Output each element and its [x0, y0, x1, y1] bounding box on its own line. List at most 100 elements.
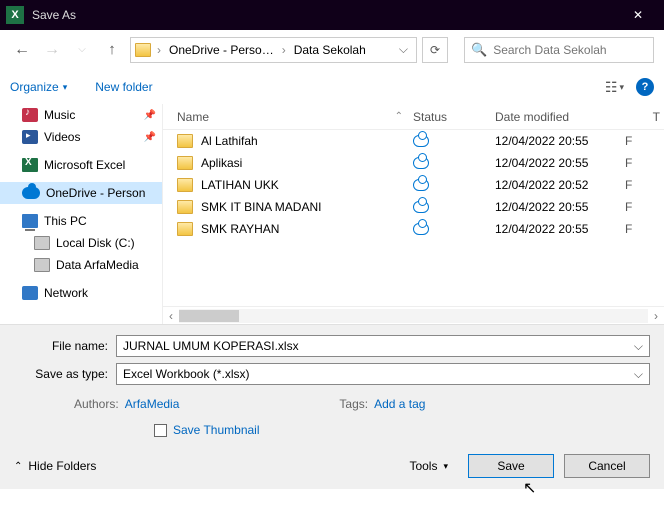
hide-folders-toggle[interactable]: ⌃Hide Folders	[14, 459, 96, 473]
sidebar-arfa[interactable]: Data ArfaMedia	[0, 254, 162, 276]
file-row[interactable]: SMK RAYHAN12/04/2022 20:55F	[163, 218, 664, 240]
chevron-down-icon: ▾	[63, 82, 68, 93]
file-date: 12/04/2022 20:52	[495, 178, 625, 192]
sidebar-thispc[interactable]: This PC	[0, 210, 162, 232]
cloud-status-icon	[413, 223, 429, 235]
file-name: SMK IT BINA MADANI	[201, 200, 321, 214]
video-icon	[22, 130, 38, 144]
breadcrumb-onedrive[interactable]: OneDrive - Perso…	[167, 43, 276, 57]
column-more[interactable]: T	[625, 110, 664, 124]
navbar: ← → ⌵ ↑ › OneDrive - Perso… › Data Sekol…	[0, 30, 664, 70]
onedrive-icon	[22, 187, 40, 199]
file-list: Name⌃ Status Date modified T Al Lathifah…	[162, 104, 664, 324]
breadcrumb[interactable]: › OneDrive - Perso… › Data Sekolah ⌵	[130, 37, 417, 63]
folder-icon	[177, 134, 193, 148]
folder-icon	[177, 156, 193, 170]
scroll-left-icon[interactable]: ‹	[163, 309, 179, 323]
folder-icon	[177, 200, 193, 214]
column-date[interactable]: Date modified	[495, 110, 625, 124]
type-select[interactable]: Excel Workbook (*.xlsx)	[116, 363, 650, 385]
disk-icon	[34, 236, 50, 250]
file-row[interactable]: SMK IT BINA MADANI12/04/2022 20:55F	[163, 196, 664, 218]
chevron-down-icon: ▾	[443, 461, 448, 472]
new-folder-button[interactable]: New folder	[95, 80, 152, 94]
view-menu[interactable]: ☷ ▾	[605, 79, 624, 96]
nav-up-button[interactable]: ↑	[100, 38, 124, 62]
folder-icon	[177, 178, 193, 192]
tags-value[interactable]: Add a tag	[374, 397, 425, 411]
filename-field[interactable]	[116, 335, 650, 357]
sidebar: Music📌 Videos📌 Microsoft Excel OneDrive …	[0, 104, 162, 324]
help-button[interactable]: ?	[636, 78, 654, 96]
search-box[interactable]: 🔍	[464, 37, 654, 63]
folder-icon	[135, 43, 151, 57]
chevron-up-icon: ⌃	[14, 461, 22, 472]
column-headers[interactable]: Name⌃ Status Date modified T	[163, 104, 664, 130]
cloud-status-icon	[413, 201, 429, 213]
pin-icon: 📌	[144, 110, 156, 121]
column-status[interactable]: Status	[413, 110, 495, 124]
organize-menu[interactable]: Organize▾	[10, 80, 67, 94]
file-name: SMK RAYHAN	[201, 222, 279, 236]
sidebar-videos[interactable]: Videos📌	[0, 126, 162, 148]
authors-value[interactable]: ArfaMedia	[125, 397, 180, 411]
scroll-right-icon[interactable]: ›	[648, 309, 664, 323]
breadcrumb-current[interactable]: Data Sekolah	[292, 43, 368, 57]
save-thumbnail-label[interactable]: Save Thumbnail	[173, 423, 260, 437]
nav-back-button[interactable]: ←	[10, 38, 34, 62]
titlebar: X Save As ✕	[0, 0, 664, 30]
tags-label: Tags:	[339, 397, 368, 411]
command-bar: Organize▾ New folder ☷ ▾ ?	[0, 70, 664, 104]
file-date: 12/04/2022 20:55	[495, 200, 625, 214]
refresh-button[interactable]: ⟳	[422, 37, 448, 63]
file-date: 12/04/2022 20:55	[495, 156, 625, 170]
column-name[interactable]: Name⌃	[163, 110, 413, 124]
cloud-status-icon	[413, 179, 429, 191]
save-thumbnail-checkbox[interactable]	[154, 424, 167, 437]
file-date: 12/04/2022 20:55	[495, 134, 625, 148]
window-title: Save As	[32, 8, 618, 22]
breadcrumb-sep-icon: ›	[282, 43, 286, 57]
filename-label: File name:	[14, 339, 116, 353]
horizontal-scrollbar[interactable]: ‹ ›	[163, 306, 664, 324]
sort-asc-icon: ⌃	[395, 111, 403, 122]
nav-recent-dropdown[interactable]: ⌵	[70, 38, 94, 62]
file-name: Al Lathifah	[201, 134, 258, 148]
file-row[interactable]: LATIHAN UKK12/04/2022 20:52F	[163, 174, 664, 196]
file-name: LATIHAN UKK	[201, 178, 279, 192]
cloud-status-icon	[413, 135, 429, 147]
music-icon	[22, 108, 38, 122]
save-button[interactable]: Save	[468, 454, 554, 478]
cancel-button[interactable]: Cancel	[564, 454, 650, 478]
tools-menu[interactable]: Tools▾	[409, 459, 448, 473]
nav-forward-button[interactable]: →	[40, 38, 64, 62]
pin-icon: 📌	[144, 132, 156, 143]
disk-icon	[34, 258, 50, 272]
file-name: Aplikasi	[201, 156, 242, 170]
search-icon: 🔍	[471, 42, 487, 58]
network-icon	[22, 286, 38, 300]
close-button[interactable]: ✕	[618, 0, 658, 30]
save-form: File name: Save as type: Excel Workbook …	[0, 324, 664, 443]
type-label: Save as type:	[14, 367, 116, 381]
scroll-thumb[interactable]	[179, 310, 239, 322]
pc-icon	[22, 214, 38, 228]
sidebar-excel[interactable]: Microsoft Excel	[0, 154, 162, 176]
excel-logo-icon: X	[6, 6, 24, 24]
file-row[interactable]: Aplikasi12/04/2022 20:55F	[163, 152, 664, 174]
excel-icon	[22, 158, 38, 172]
sidebar-music[interactable]: Music📌	[0, 104, 162, 126]
breadcrumb-dropdown[interactable]: ⌵	[395, 42, 412, 57]
folder-icon	[177, 222, 193, 236]
file-date: 12/04/2022 20:55	[495, 222, 625, 236]
file-row[interactable]: Al Lathifah12/04/2022 20:55F	[163, 130, 664, 152]
search-input[interactable]	[493, 43, 648, 57]
sidebar-localdisk[interactable]: Local Disk (C:)	[0, 232, 162, 254]
sidebar-network[interactable]: Network	[0, 282, 162, 304]
cloud-status-icon	[413, 157, 429, 169]
authors-label: Authors:	[74, 397, 119, 411]
sidebar-onedrive[interactable]: OneDrive - Person	[0, 182, 162, 204]
filename-input[interactable]	[123, 339, 634, 353]
breadcrumb-sep-icon: ›	[157, 43, 161, 57]
footer: ⌃Hide Folders Tools▾ Save Cancel	[0, 443, 664, 489]
